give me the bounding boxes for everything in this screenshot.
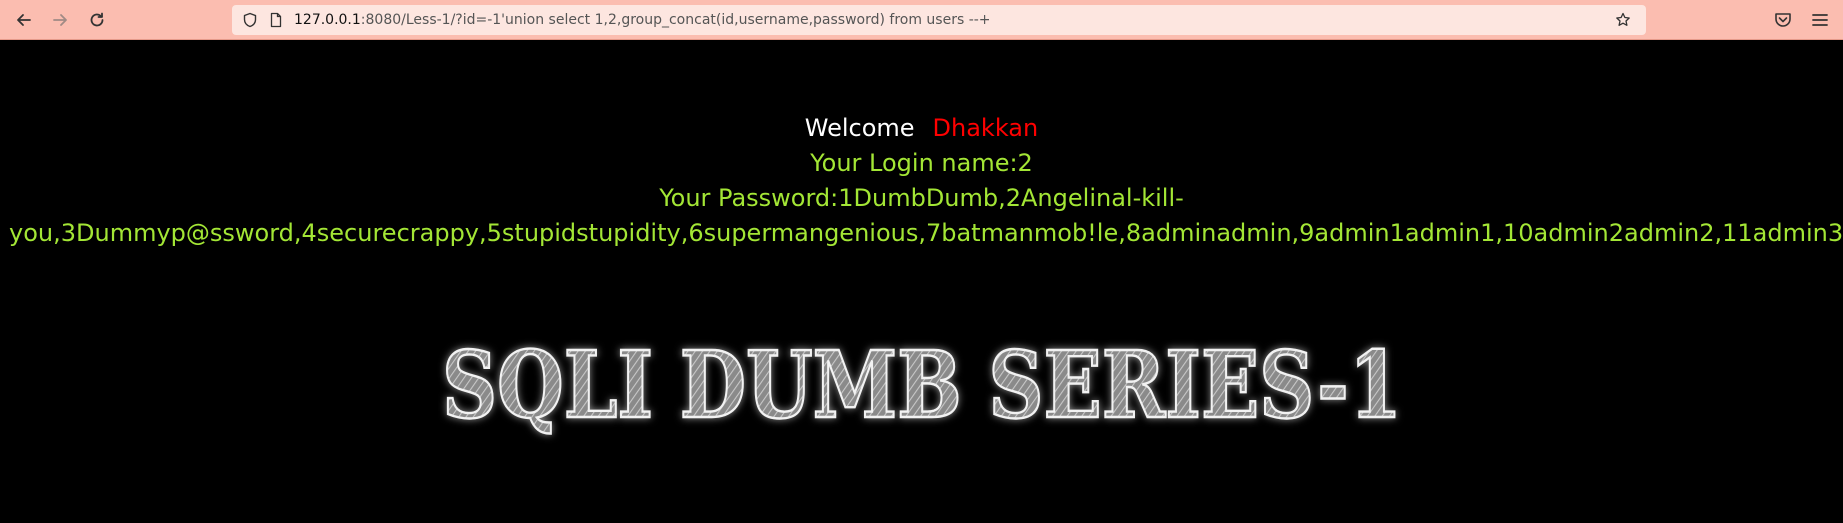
reload-button[interactable] xyxy=(85,8,109,32)
url-text[interactable]: 127.0.0.1:8080/Less-1/?id=-1'union selec… xyxy=(294,12,991,28)
logo-graphic: SQLI DUMB SERIES-1 xyxy=(441,330,1403,440)
forward-button[interactable] xyxy=(48,8,72,32)
sqli-dumb-series-logo: SQLI DUMB SERIES-1 xyxy=(430,321,1415,451)
page-icon[interactable] xyxy=(268,12,284,28)
welcome-name: Dhakkan xyxy=(932,114,1039,142)
back-arrow-icon xyxy=(17,14,31,26)
password-line-1: Your Password:1DumbDumb,2Angelinal-kill- xyxy=(659,184,1184,212)
password-line-2: you,3Dummyp@ssword,4securecrappy,5stupid… xyxy=(9,219,1843,247)
url-path: :8080/Less-1/?id=-1'union select 1,2,gro… xyxy=(360,12,991,28)
bookmark-star-icon[interactable] xyxy=(1615,12,1631,28)
forward-arrow-icon xyxy=(53,14,67,26)
browser-toolbar: 127.0.0.1:8080/Less-1/?id=-1'union selec… xyxy=(0,0,1843,40)
page-content: Welcome Dhakkan Your Login name:2 Your Pa… xyxy=(0,41,1843,523)
back-button[interactable] xyxy=(12,8,36,32)
url-host: 127.0.0.1 xyxy=(294,12,361,28)
welcome-label: Welcome xyxy=(804,114,915,142)
address-bar[interactable]: 127.0.0.1:8080/Less-1/?id=-1'union selec… xyxy=(232,5,1646,35)
pocket-icon[interactable] xyxy=(1773,10,1793,30)
login-name-line: Your Login name:2 xyxy=(810,149,1033,177)
menu-icon[interactable] xyxy=(1810,10,1830,30)
shield-icon[interactable] xyxy=(242,12,258,28)
logo-text: SQLI DUMB SERIES-1 xyxy=(442,331,1402,439)
welcome-line: Welcome Dhakkan xyxy=(0,113,1843,143)
reload-icon xyxy=(90,12,104,27)
